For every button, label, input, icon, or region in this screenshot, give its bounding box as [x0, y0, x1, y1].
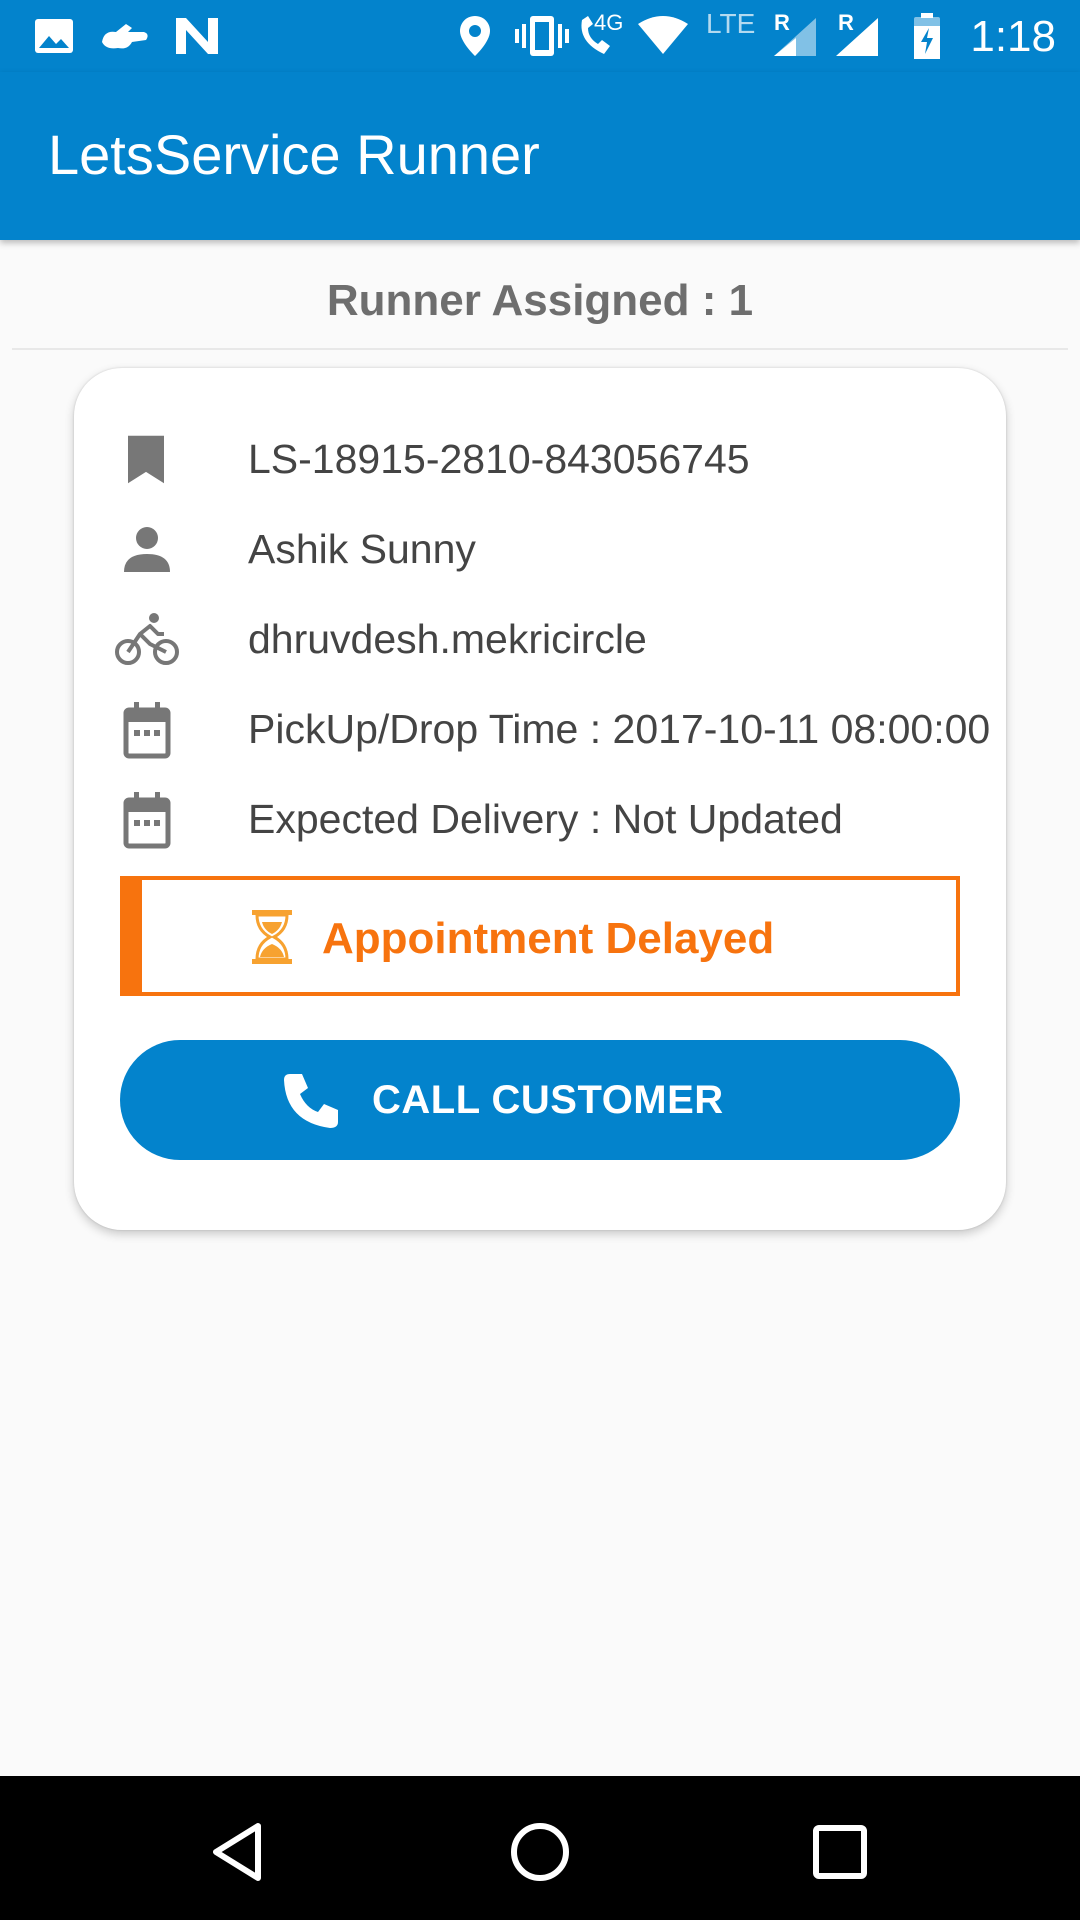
- bookmark-icon: [114, 430, 180, 490]
- phone-icon: [282, 1070, 342, 1135]
- calendar-icon: [114, 790, 180, 850]
- customer-name: Ashik Sunny: [248, 526, 476, 572]
- runner-id-row: dhruvdesh.mekricircle: [114, 610, 984, 670]
- location-icon: [458, 14, 492, 63]
- image-icon: [34, 18, 74, 59]
- roaming-label-2: R: [838, 10, 854, 35]
- runner-assigned-header: Runner Assigned : 1: [12, 240, 1068, 350]
- back-icon[interactable]: [200, 1812, 280, 1892]
- pickup-drop-time-row: PickUp/Drop Time : 2017-10-11 08:00:00: [114, 700, 990, 760]
- call-customer-label: CALL CUSTOMER: [372, 1078, 724, 1122]
- customer-name-row: Ashik Sunny: [114, 520, 984, 580]
- booking-card[interactable]: LS-18915-2810-843056745 Ashik Sunny dhru…: [74, 368, 1006, 1230]
- status-time: 1:18: [970, 12, 1056, 61]
- booking-id-row: LS-18915-2810-843056745: [114, 430, 984, 490]
- runner-assigned-text: Runner Assigned : 1: [326, 276, 754, 325]
- expected-delivery: Expected Delivery : Not Updated: [248, 796, 843, 842]
- roaming-label-1: R: [774, 10, 790, 35]
- navigation-bar: [0, 1776, 1080, 1920]
- recents-icon[interactable]: [800, 1812, 880, 1892]
- pickup-drop-time: PickUp/Drop Time : 2017-10-11 08:00:00: [248, 706, 991, 752]
- runner-id: dhruvdesh.mekricircle: [248, 616, 647, 662]
- network-label: 4G: [594, 10, 624, 35]
- wifi-icon: [636, 16, 690, 61]
- status-bar: 4G LTE R R 1:18: [0, 0, 1080, 72]
- appointment-status-text: Appointment Delayed: [322, 914, 775, 963]
- expected-delivery-row: Expected Delivery : Not Updated: [114, 790, 984, 850]
- app-notification-icon: [98, 20, 152, 57]
- appointment-status-box: Appointment Delayed: [120, 876, 960, 996]
- hourglass-icon: [250, 908, 294, 971]
- bike-icon: [114, 610, 180, 670]
- lte-label: LTE: [706, 8, 756, 39]
- app-title: LetsService Runner: [48, 123, 540, 186]
- home-icon[interactable]: [500, 1812, 580, 1892]
- vibrate-icon: [514, 14, 570, 63]
- booking-id: LS-18915-2810-843056745: [248, 436, 750, 482]
- n-logo-icon: [174, 16, 220, 61]
- app-bar: LetsService Runner: [0, 72, 1080, 240]
- person-icon: [114, 520, 180, 580]
- calendar-icon: [114, 700, 180, 760]
- call-customer-button[interactable]: CALL CUSTOMER: [120, 1040, 960, 1160]
- battery-charging-icon: [912, 12, 942, 65]
